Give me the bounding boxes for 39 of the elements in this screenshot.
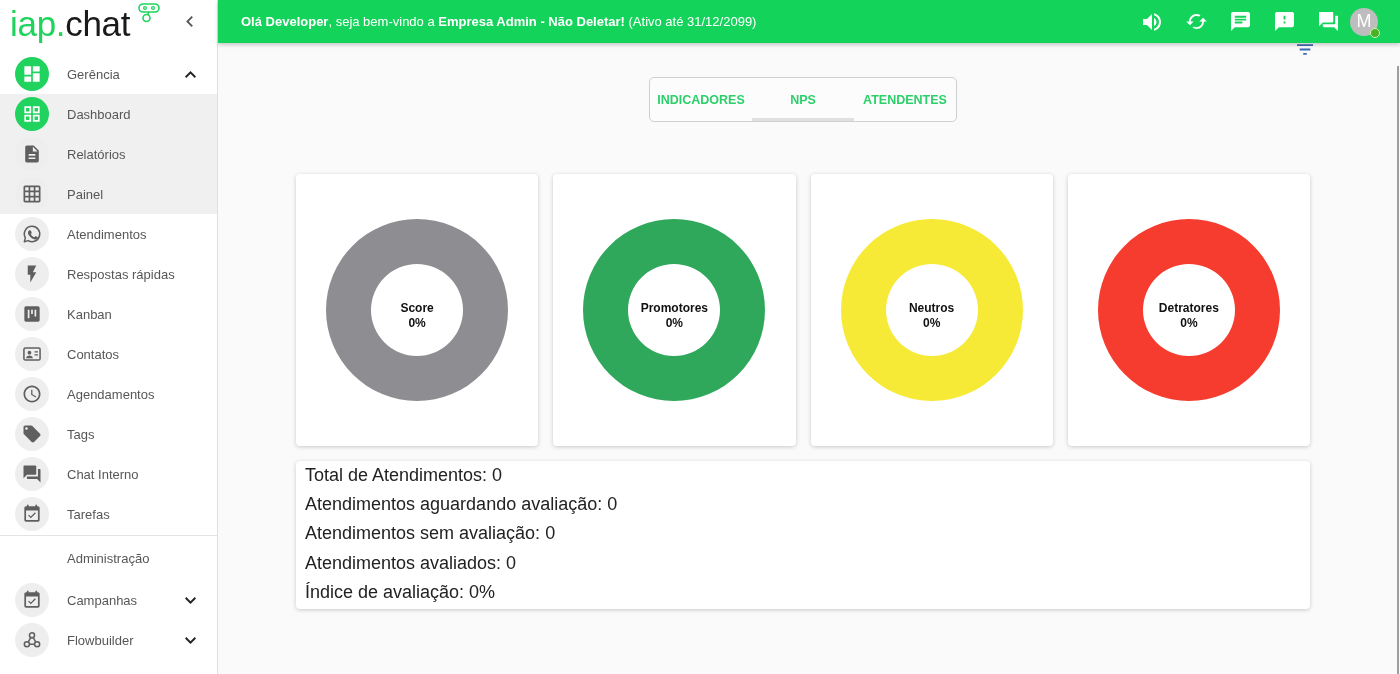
summary-line: Total de Atendimentos: 0 [305,464,504,487]
sidebar-item[interactable]: Atendimentos [0,214,217,254]
sidebar-item[interactable]: Relatórios [0,134,217,174]
sidebar-item[interactable]: Agendamentos [0,374,217,414]
card-value: 0% [665,316,684,331]
sidebar-item[interactable]: Flowbuilder [0,620,217,660]
summary-line: Atendimentos aguardando avaliação: 0 [305,493,619,517]
summary-line: Atendimentos sem avaliação: 0 [305,522,557,546]
logo: iap.chat [10,6,131,41]
card-value: 0% [1180,316,1198,331]
message-icon[interactable] [1230,12,1250,31]
card-title: Detratores [1158,301,1219,316]
sidebar-item[interactable]: Painel [0,174,217,214]
chevron-left-icon[interactable] [186,16,193,27]
filter-icon[interactable] [1297,44,1313,55]
card-title: Promotores [640,301,709,316]
section-title: Administração [66,549,151,568]
summary-line: Índice de avaliação: 0% [305,580,497,604]
card-title: Score [400,301,434,316]
card-value: 0% [408,316,426,331]
robot-icon [138,3,161,23]
scrollbar[interactable] [1397,66,1399,674]
sidebar-item[interactable]: Dashboard [0,94,217,134]
sidebar-item[interactable]: Kanban [0,294,217,334]
summary-line: Atendimentos avaliados: 0 [305,551,518,575]
sidebar-item[interactable]: Campanhas [0,580,217,620]
sidebar-item[interactable]: Tags [0,414,217,454]
card-title: Neutros [908,301,955,316]
sidebar-item[interactable]: Gerência [0,54,217,94]
card-value: 0% [922,316,941,331]
chat-bubbles-icon[interactable] [1318,12,1338,31]
alert-message-icon[interactable] [1274,12,1294,31]
refresh-icon[interactable] [1185,14,1207,29]
sidebar-item[interactable]: Respostas rápidas [0,254,217,294]
sidebar-item[interactable]: Tarefas [0,494,217,534]
sidebar-item[interactable]: Chat Interno [0,454,217,494]
speaker-icon[interactable] [1143,12,1161,31]
greeting-text: Olá Developer, seja bem-vindo a Empresa Admin - Não Deletar! (Ativo até 31/12/2099) [241,14,757,29]
sidebar-item[interactable]: Contatos [0,334,217,374]
